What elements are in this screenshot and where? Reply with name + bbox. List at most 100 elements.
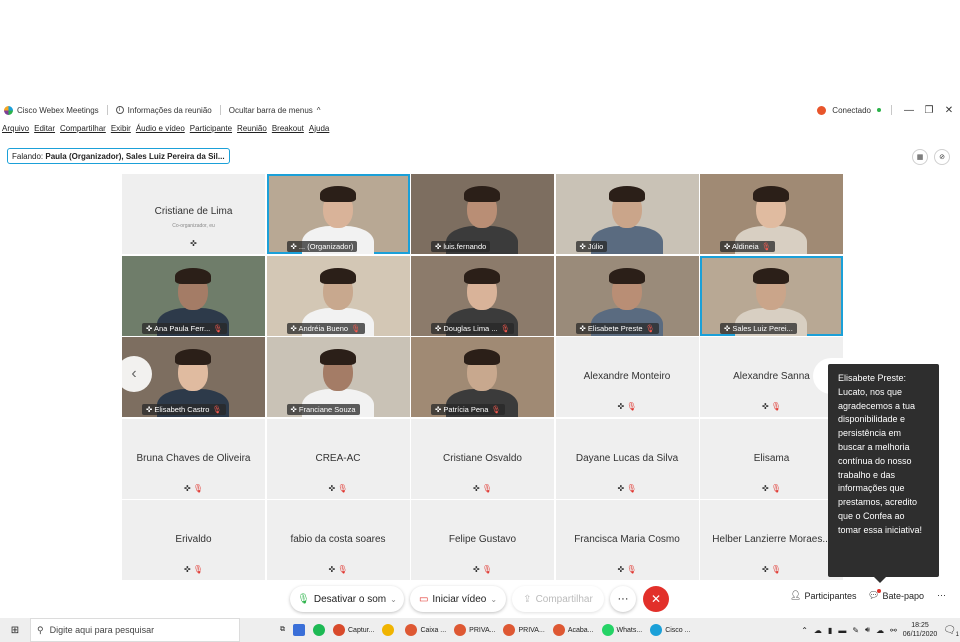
windows-start-icon[interactable]: ⊞ [0, 625, 30, 636]
chevron-down-icon[interactable]: ⌄ [490, 595, 497, 604]
menu-editar[interactable]: Editar [34, 124, 55, 133]
participant-name-label: ✜ Douglas Lima ... 🎙︎ [431, 322, 515, 334]
previous-page-button[interactable]: ‹ [116, 356, 152, 392]
menu-participante[interactable]: Participante [190, 124, 232, 133]
taskbar-app-button[interactable]: Whats... [601, 624, 642, 636]
taskbar-app-button[interactable]: Captur... [333, 624, 374, 636]
taskbar-app-button[interactable]: Cisco ... [650, 624, 690, 636]
participant-name: Andréia Bueno [298, 323, 349, 333]
video-button[interactable]: ▭ Iniciar vídeo ⌄ [410, 586, 506, 612]
windows-taskbar: ⊞ ⚲ Digite aqui para pesquisar ⧉ Captur.… [0, 618, 960, 642]
participant-tile[interactable]: Bruna Chaves de Oliveira ✜ 🎙︎ [122, 418, 265, 499]
participant-tile[interactable]: ✜ Aldineia 🎙︎ [700, 174, 843, 254]
participant-tile[interactable]: ✜ Andréia Bueno 🎙︎ [266, 255, 410, 336]
participant-tile[interactable]: ✜ Patrícia Pena 🎙︎ [411, 337, 554, 417]
chevron-down-icon[interactable]: ⌄ [390, 595, 397, 604]
chat-button[interactable]: 💬︎ Bate-papo [868, 589, 924, 601]
participant-status-icons: ✜ 🎙︎ [122, 484, 265, 493]
participant-tile[interactable]: ✜ ... (Organizador) [266, 174, 410, 254]
participant-name: Franciane Souza [298, 405, 356, 414]
participant-name-label: ✜ ... (Organizador) [286, 241, 358, 252]
app-icon [333, 624, 345, 636]
participant-status-icons: ✜ 🎙︎ [267, 565, 410, 574]
participant-tile[interactable]: ✜ Elisabete Preste 🎙︎ [555, 255, 699, 336]
menu-reuniao[interactable]: Reunião [237, 124, 267, 133]
taskbar-app-button[interactable]: Caixa ... [405, 624, 446, 636]
participant-tile[interactable]: CREA-AC ✜ 🎙︎ [266, 418, 410, 499]
participant-tile[interactable]: ✜ Júlio [555, 174, 699, 254]
usb-icon[interactable]: ▮ [828, 626, 832, 635]
divider [219, 105, 221, 115]
audio-icon: ✜ [290, 242, 299, 251]
menu-audio-video[interactable]: Áudio e vídeo [136, 124, 185, 133]
taskbar-apps: Captur... Caixa ... PRIVA... PRIVA... Acaba.… [325, 624, 690, 636]
participant-tile[interactable]: ✜ Douglas Lima ... 🎙︎ [411, 255, 554, 336]
task-view-icon[interactable]: ⧉ [280, 626, 285, 634]
chevron-up-icon[interactable]: ^ [317, 106, 321, 115]
speaking-indicator: Falando: Paula (Organizador), Sales Luiz… [7, 148, 230, 164]
participant-status-icons: ✜ [122, 239, 265, 248]
end-meeting-button[interactable]: ✕ [643, 586, 669, 612]
participant-tile[interactable]: Dayane Lucas da Silva ✜ 🎙︎ [555, 418, 699, 499]
mic-muted-icon: 🎙︎ [479, 483, 493, 493]
participant-tile[interactable]: ✜ Sales Luiz Perei... [700, 255, 843, 336]
grid-layout-icon[interactable]: ▦ [912, 149, 928, 165]
menu-exibir[interactable]: Exibir [111, 124, 131, 133]
audio-icon: ✜ [761, 483, 769, 493]
person-icon: 👤︎ [790, 590, 802, 600]
share-button[interactable]: ⇪ Compartilhar [512, 586, 604, 612]
participant-tile[interactable]: Erivaldo ✜ 🎙︎ [122, 500, 265, 580]
onedrive-icon[interactable]: ☁ [876, 626, 884, 635]
network-icon[interactable]: ▬ [838, 626, 846, 635]
spotify-icon[interactable] [313, 624, 325, 636]
taskbar-search[interactable]: ⚲ Digite aqui para pesquisar [30, 618, 240, 642]
participant-tile[interactable]: Alexandre Monteiro ✜ 🎙︎ [555, 337, 699, 417]
clock[interactable]: 18:25 06/11/2020 [903, 621, 938, 639]
participant-tile[interactable]: ✜ luis.fernando [411, 174, 554, 254]
mute-button[interactable]: 🎙︎ Desativar o som ⌄ [290, 586, 404, 612]
menu-compartilhar[interactable]: Compartilhar [60, 124, 106, 133]
mic-muted-icon: 🎙︎ [351, 323, 361, 333]
menu-ajuda[interactable]: Ajuda [309, 124, 329, 133]
participant-tile[interactable]: Felipe Gustavo ✜ 🎙︎ [411, 500, 554, 580]
participant-tile[interactable]: Cristiane Osvaldo ✜ 🎙︎ [411, 418, 554, 499]
language-icon[interactable]: ⚯ [890, 626, 897, 635]
participant-tile[interactable]: Cristiane de Lima Co-organizador, eu ✜ [122, 174, 265, 254]
tray-chevron-icon[interactable]: ⌃ [801, 626, 808, 635]
more-right-button[interactable]: ··· [937, 590, 946, 600]
chat-message-tooltip: Elisabete Preste: Lucato, nos que agrade… [828, 364, 939, 583]
participant-tile[interactable]: Helber Lanzierre Moraes... ✜ 🎙︎ [700, 500, 843, 580]
chat-message-text: Elisabete Preste: Lucato, nos que agrade… [838, 373, 923, 535]
close-window-button[interactable]: ✕ [942, 105, 956, 116]
taskbar-app-button[interactable] [382, 624, 397, 636]
participant-tile[interactable]: Francisca Maria Cosmo ✜ 🎙︎ [555, 500, 699, 580]
app-icon[interactable] [293, 624, 305, 636]
participant-tile[interactable]: ✜ Franciane Souza [266, 337, 410, 417]
info-icon[interactable]: i [115, 106, 124, 114]
audio-icon: ✜ [761, 565, 769, 574]
participant-name: luis.fernando [443, 242, 487, 251]
more-options-button[interactable]: ··· [610, 586, 636, 612]
video-feed-hair [319, 267, 356, 284]
taskbar-app-button[interactable]: PRIVA... [503, 624, 545, 636]
participants-button[interactable]: 👤︎ Participantes [790, 590, 856, 601]
participant-tile[interactable]: fabio da costa soares ✜ 🎙︎ [266, 500, 410, 580]
participant-tile[interactable]: Elisama ✜ 🎙︎ [700, 418, 843, 499]
notification-center-icon[interactable]: 🗨︎ 1 [943, 625, 959, 638]
minimize-button[interactable]: — [902, 105, 916, 116]
pin-icon[interactable]: ⊘ [934, 149, 950, 165]
taskbar-app-button[interactable]: Acaba... [552, 624, 594, 636]
connection-icon [817, 105, 827, 115]
hide-menu-button[interactable]: Ocultar barra de menus [229, 106, 313, 115]
participant-tile[interactable]: ✜ Ana Paula Ferr... 🎙︎ [122, 255, 265, 336]
app-title: Cisco Webex Meetings [17, 105, 99, 115]
menu-arquivo[interactable]: Arquivo [2, 124, 29, 133]
cloud-icon[interactable]: ☁ [814, 626, 822, 635]
menu-breakout[interactable]: Breakout [272, 124, 304, 133]
pen-icon[interactable]: ✎ [852, 626, 859, 635]
meeting-info-button[interactable]: Informações da reunião [128, 106, 212, 115]
app-icon [503, 624, 516, 636]
restore-button[interactable]: ❐ [922, 105, 936, 116]
taskbar-app-button[interactable]: PRIVA... [454, 624, 495, 636]
volume-icon[interactable]: 🔊︎ [865, 625, 870, 635]
